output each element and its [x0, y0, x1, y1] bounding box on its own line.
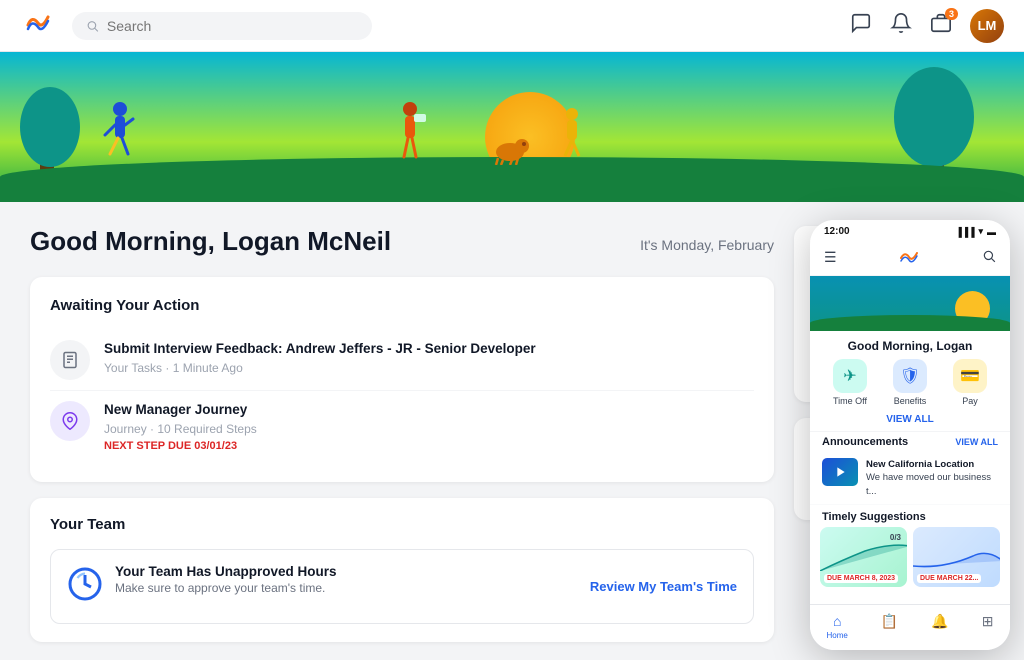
phone-notifications-icon: 🔔: [931, 613, 948, 630]
pay-label: Pay: [962, 396, 978, 406]
phone-greeting: Good Morning, Logan: [810, 331, 1010, 359]
figure-reader: [390, 99, 430, 174]
action-item-2-badge: NEXT STEP DUE 03/01/23: [104, 440, 257, 452]
hero-banner: [0, 52, 1024, 202]
action-item-2[interactable]: New Manager Journey Journey · 10 Require…: [50, 391, 754, 462]
greeting-text: Good Morning, Logan McNeil: [30, 226, 391, 257]
menu-grid-icon: ⊞: [982, 613, 994, 630]
search-input[interactable]: [107, 18, 358, 34]
location-icon: [50, 401, 90, 441]
phone-status-bar: 12:00 ▐▐▐ ▾ ▬: [810, 220, 1010, 241]
avatar[interactable]: LM: [970, 9, 1004, 43]
figure-runner: [100, 99, 140, 174]
figure-walker: [555, 104, 590, 174]
date-text: It's Monday, February: [640, 237, 774, 253]
phone-icons-row: ✈ Time Off 🛡 Benefits 💳 Pay: [810, 359, 1010, 414]
action-item-2-text: New Manager Journey Journey · 10 Require…: [104, 401, 257, 452]
action-item-2-title: New Manager Journey: [104, 401, 257, 420]
phone-ann-thumb: [822, 458, 858, 486]
your-team-card: Your Team Your Team Has Unapproved Hours…: [30, 498, 774, 642]
clock-icon: [67, 566, 103, 609]
review-team-time-link[interactable]: Review My Team's Time: [590, 579, 737, 594]
phone-ann-view-all[interactable]: VIEW ALL: [955, 437, 998, 447]
benefits-icon: 🛡: [893, 359, 927, 393]
phone-chart-card-2[interactable]: DUE MARCH 22...: [913, 527, 1000, 587]
briefcase-button[interactable]: 3: [930, 12, 952, 40]
search-bar: [72, 12, 372, 40]
unapproved-title: Your Team Has Unapproved Hours: [115, 564, 337, 579]
phone-ann-subtitle: We have moved our business t...: [866, 471, 998, 498]
phone-nav-menu[interactable]: ⊞: [982, 613, 994, 640]
wifi-icon: ▾: [978, 226, 983, 237]
phone-nav: ☰: [810, 241, 1010, 276]
phone-nav-notifications[interactable]: 🔔: [931, 613, 948, 640]
tree-canopy-left: [20, 87, 80, 167]
phone-announcements-header: Announcements VIEW ALL: [810, 431, 1010, 452]
phone-overlay: 12:00 ▐▐▐ ▾ ▬ ☰ Good Morning, Logan ✈ Ti…: [810, 220, 1010, 650]
phone-search-icon[interactable]: [982, 249, 996, 266]
phone-hero: [810, 276, 1010, 331]
phone-app-pay[interactable]: 💳 Pay: [953, 359, 987, 406]
phone-logo: [897, 245, 921, 269]
notifications-button[interactable]: [890, 12, 912, 40]
phone-nav-tasks[interactable]: 📋: [881, 613, 898, 640]
benefits-label: Benefits: [894, 396, 927, 406]
phone-bottom-nav: ⌂ Home 📋 🔔 ⊞: [810, 604, 1010, 650]
nav-icons: 3 LM: [850, 9, 1004, 43]
phone-app-time-off[interactable]: ✈ Time Off: [833, 359, 867, 406]
phone-status-icons: ▐▐▐ ▾ ▬: [955, 226, 996, 237]
tasks-icon: 📋: [881, 613, 898, 630]
home-icon: ⌂: [833, 613, 841, 629]
phone-ann-title: New California Location: [866, 458, 998, 471]
awaiting-action-card: Awaiting Your Action Submit Interview Fe…: [30, 277, 774, 482]
phone-app-benefits[interactable]: 🛡 Benefits: [893, 359, 927, 406]
unapproved-subtitle: Make sure to approve your team's time.: [115, 581, 337, 595]
phone-ann-text-block: New California Location We have moved ou…: [866, 458, 998, 498]
phone-nav-home[interactable]: ⌂ Home: [827, 613, 848, 640]
tree-canopy-right: [894, 67, 974, 167]
phone-time: 12:00: [824, 226, 850, 237]
team-text: Your Team Has Unapproved Hours Make sure…: [115, 564, 337, 595]
your-team-title: Your Team: [50, 516, 754, 533]
signal-icon: ▐▐▐: [955, 227, 974, 237]
phone-chart-area: 0/3 DUE MARCH 8, 2023 DUE MARCH 22...: [810, 527, 1010, 593]
phone-announcement-item[interactable]: New California Location We have moved ou…: [810, 452, 1010, 505]
action-item-1-text: Submit Interview Feedback: Andrew Jeffer…: [104, 340, 536, 375]
phone-view-all-link[interactable]: VIEW ALL: [810, 414, 1010, 431]
phone-chart-card-1[interactable]: 0/3 DUE MARCH 8, 2023: [820, 527, 907, 587]
top-nav: 3 LM: [0, 0, 1024, 52]
action-item-1-subtitle: Your Tasks · 1 Minute Ago: [104, 361, 536, 375]
time-off-icon: ✈: [833, 359, 867, 393]
workday-logo[interactable]: [20, 5, 72, 46]
chat-button[interactable]: [850, 12, 872, 40]
phone-nav-home-label: Home: [827, 631, 848, 640]
action-item-1[interactable]: Submit Interview Feedback: Andrew Jeffer…: [50, 330, 754, 391]
phone-announcements-title: Announcements: [822, 436, 908, 448]
document-icon: [50, 340, 90, 380]
phone-menu-icon[interactable]: ☰: [824, 249, 837, 266]
pay-icon: 💳: [953, 359, 987, 393]
action-item-2-subtitle: Journey · 10 Required Steps: [104, 422, 257, 436]
phone-suggestions-title: Timely Suggestions: [810, 505, 1010, 527]
action-item-1-title: Submit Interview Feedback: Andrew Jeffer…: [104, 340, 536, 359]
badge-count: 3: [945, 8, 958, 20]
left-column: Good Morning, Logan McNeil It's Monday, …: [30, 226, 774, 636]
battery-icon: ▬: [987, 227, 996, 237]
search-icon: [86, 19, 99, 33]
due-label-1: DUE MARCH 8, 2023: [824, 574, 898, 583]
team-item-left: Your Team Has Unapproved Hours Make sure…: [67, 564, 337, 609]
time-off-label: Time Off: [833, 396, 867, 406]
unapproved-hours-item[interactable]: Your Team Has Unapproved Hours Make sure…: [50, 549, 754, 624]
awaiting-action-title: Awaiting Your Action: [50, 297, 754, 314]
due-label-2: DUE MARCH 22...: [917, 574, 981, 583]
figure-dog: [490, 130, 530, 170]
greeting-row: Good Morning, Logan McNeil It's Monday, …: [30, 226, 774, 257]
